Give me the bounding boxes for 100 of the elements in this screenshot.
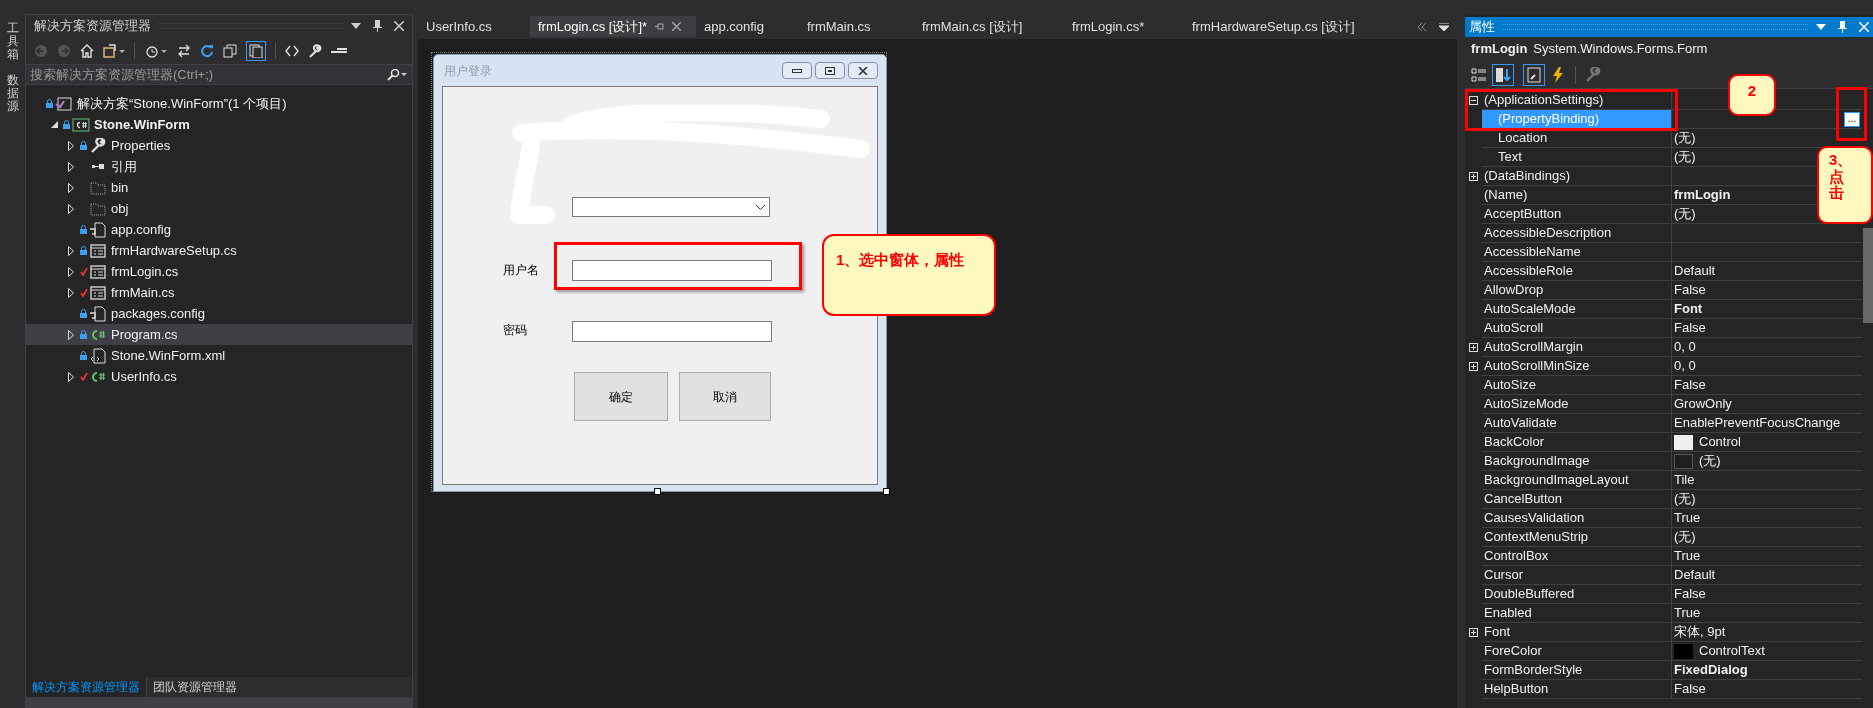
properties-button[interactable] [1523, 63, 1545, 86]
collapsed-arrow-icon[interactable] [68, 371, 74, 382]
property-name[interactable]: ContextMenuStrip [1482, 528, 1672, 547]
tree-item[interactable]: Program.cs [26, 324, 412, 345]
close-icon[interactable] [394, 21, 404, 31]
tree-item[interactable]: bin [26, 177, 412, 198]
expand-icon[interactable] [1469, 343, 1478, 352]
minus-icon[interactable] [331, 46, 347, 55]
tree-item[interactable]: Properties [26, 135, 412, 156]
property-name[interactable]: AutoScrollMinSize [1482, 357, 1672, 376]
document-tab[interactable]: frmMain.cs [设计] [914, 16, 1064, 37]
tree-item[interactable]: Stone.WinForm [26, 114, 412, 135]
collapsed-arrow-icon[interactable] [68, 287, 74, 298]
tree-item[interactable]: Stone.WinForm.xml [26, 345, 412, 366]
property-name[interactable]: FormBorderStyle [1482, 661, 1672, 680]
property-name[interactable]: (DataBindings) [1482, 167, 1672, 186]
pin-icon[interactable] [655, 23, 665, 30]
form-button[interactable]: 取消 [679, 372, 771, 421]
show-all-files-button[interactable] [246, 40, 266, 61]
search-field[interactable]: 搜索解决方案资源管理器(Ctrl+;) [26, 64, 412, 85]
property-name[interactable]: BackgroundImageLayout [1482, 471, 1672, 490]
tree-item[interactable]: frmLogin.cs [26, 261, 412, 282]
property-name[interactable]: BackgroundImage [1482, 452, 1672, 471]
collapsed-arrow-icon[interactable] [68, 329, 74, 340]
scrollbar[interactable] [1863, 228, 1873, 323]
property-name[interactable]: AccessibleName [1482, 243, 1672, 262]
property-name[interactable]: DoubleBuffered [1482, 585, 1672, 604]
property-name[interactable]: AutoSizeMode [1482, 395, 1672, 414]
expanded-arrow-icon[interactable] [51, 121, 58, 128]
property-name[interactable]: Cursor [1482, 566, 1672, 585]
ellipsis-button[interactable]: ... [1844, 111, 1860, 127]
dropdown-icon[interactable] [1816, 24, 1826, 30]
scroll-left-icon[interactable] [1417, 22, 1427, 31]
dropdown-icon[interactable] [351, 23, 361, 29]
property-name[interactable]: BackColor [1482, 433, 1672, 452]
code-icon[interactable] [285, 44, 299, 57]
maximize-button[interactable] [815, 62, 845, 79]
property-name[interactable]: AutoValidate [1482, 414, 1672, 433]
alphabetical-button[interactable] [1492, 63, 1514, 86]
document-tab[interactable]: frmMain.cs [799, 16, 914, 37]
expand-icon[interactable] [1469, 628, 1478, 637]
collapse-all-icon[interactable] [223, 43, 237, 58]
collapsed-arrow-icon[interactable] [68, 203, 74, 214]
tree-item[interactable]: UserInfo.cs [26, 366, 412, 387]
dropdown-icon[interactable] [1439, 22, 1449, 31]
home-icon[interactable] [80, 43, 94, 58]
collapsed-arrow-icon[interactable] [68, 245, 74, 256]
expand-icon[interactable] [1469, 362, 1478, 371]
property-name[interactable]: CausesValidation [1482, 509, 1672, 528]
pin-icon[interactable] [373, 20, 382, 32]
tree-item[interactable]: 解决方案“Stone.WinForm”(1 个项目) [26, 93, 412, 114]
collapsed-arrow-icon[interactable] [68, 140, 74, 151]
dropdown[interactable] [572, 197, 770, 217]
pin-icon[interactable] [1838, 21, 1847, 33]
refresh-icon[interactable] [200, 43, 214, 58]
document-tab[interactable]: frmLogin.cs* [1064, 16, 1184, 37]
close-icon[interactable] [672, 22, 682, 31]
document-tab[interactable]: frmHardwareSetup.cs [设计] [1184, 16, 1394, 37]
tree-item[interactable]: frmMain.cs [26, 282, 412, 303]
resize-handle[interactable] [883, 488, 890, 495]
property-name[interactable]: Enabled [1482, 604, 1672, 623]
property-name[interactable]: Text [1482, 148, 1672, 167]
property-name[interactable]: Font [1482, 623, 1672, 642]
document-tab[interactable]: frmLogin.cs [设计]* [530, 16, 696, 37]
tree-item[interactable]: frmHardwareSetup.cs [26, 240, 412, 261]
collapsed-arrow-icon[interactable] [68, 161, 74, 172]
collapse-icon[interactable] [1469, 96, 1478, 105]
minimize-button[interactable] [782, 62, 812, 79]
form-button[interactable]: 确定 [574, 372, 668, 421]
input-field[interactable] [572, 321, 772, 342]
lightning-icon[interactable] [1550, 66, 1566, 83]
property-name[interactable]: AutoScrollMargin [1482, 338, 1672, 357]
property-name[interactable]: Location [1482, 129, 1672, 148]
expand-icon[interactable] [1469, 172, 1478, 181]
document-tab[interactable]: app.config [696, 16, 799, 37]
property-name[interactable]: HelpButton [1482, 680, 1672, 699]
property-name[interactable]: AutoScaleMode [1482, 300, 1672, 319]
history-icon[interactable] [144, 43, 168, 58]
resize-handle[interactable] [654, 488, 661, 495]
switch-views-icon[interactable] [103, 43, 125, 58]
collapsed-arrow-icon[interactable] [68, 266, 74, 277]
property-name[interactable]: AcceptButton [1482, 205, 1672, 224]
side-tab[interactable]: 数据源 [6, 73, 19, 114]
tree-item[interactable]: packages.config [26, 303, 412, 324]
tree-item[interactable]: app.config [26, 219, 412, 240]
property-name[interactable]: AutoScroll [1482, 319, 1672, 338]
property-name[interactable]: (Name) [1482, 186, 1672, 205]
property-name[interactable]: CancelButton [1482, 490, 1672, 509]
property-name[interactable]: AccessibleRole [1482, 262, 1672, 281]
input-field[interactable] [572, 260, 772, 281]
panel-tab[interactable]: 解决方案资源管理器 [26, 677, 146, 697]
tree-item[interactable]: 引用 [26, 156, 412, 177]
property-name[interactable]: ControlBox [1482, 547, 1672, 566]
property-name[interactable]: AccessibleDescription [1482, 224, 1672, 243]
categorized-icon[interactable] [1471, 66, 1487, 83]
close-button[interactable] [848, 62, 878, 79]
property-name[interactable]: ForeColor [1482, 642, 1672, 661]
property-name[interactable]: AllowDrop [1482, 281, 1672, 300]
side-tab[interactable]: 工具箱 [6, 22, 19, 62]
collapsed-arrow-icon[interactable] [68, 182, 74, 193]
